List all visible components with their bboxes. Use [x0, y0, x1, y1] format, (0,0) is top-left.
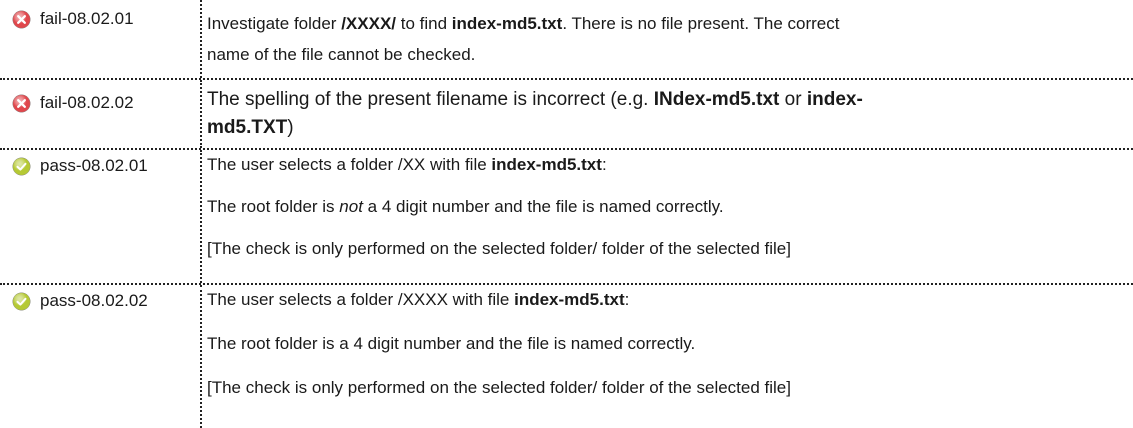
table-row: fail-08.02.01 Investigate folder /XXXX/ … — [0, 0, 1133, 80]
test-id-cell: fail-08.02.02 — [0, 80, 202, 148]
text-run: : — [624, 290, 630, 309]
text-run: The user selects a folder /XXXX with fil… — [207, 290, 515, 309]
table-row: pass-08.02.02 The user selects a folder … — [0, 285, 1133, 428]
description-paragraph: The user selects a folder /XX with file … — [207, 154, 1123, 176]
text-run: or — [779, 89, 807, 110]
test-case-table: fail-08.02.01 Investigate folder /XXXX/ … — [0, 0, 1133, 428]
bold-text: md5.TXT — [207, 117, 288, 138]
description-paragraph: The root folder is not a 4 digit number … — [207, 196, 1123, 218]
fail-x-circle-icon — [12, 94, 31, 113]
description-paragraph: The root folder is a 4 digit number and … — [207, 333, 1123, 355]
text-run: to find — [396, 14, 452, 33]
description-cell: The spelling of the present filename is … — [202, 80, 1133, 148]
test-id-cell: pass-08.02.01 — [0, 150, 202, 283]
description-paragraph: The user selects a folder /XXXX with fil… — [207, 289, 1123, 311]
text-run: . There is no file present. The correct — [562, 14, 840, 33]
text-run: name of the file cannot be checked. — [207, 45, 476, 64]
description-cell: The user selects a folder /XX with file … — [202, 150, 1133, 283]
fail-x-circle-icon — [12, 10, 31, 29]
bold-text: index- — [806, 89, 863, 110]
bold-text: /XXXX/ — [341, 14, 397, 33]
pass-check-circle-icon — [12, 157, 31, 176]
test-id: fail-08.02.01 — [40, 9, 134, 28]
description-paragraph: md5.TXT) — [207, 114, 1123, 142]
description-paragraph: name of the file cannot be checked. — [207, 39, 1123, 70]
description-paragraph: [The check is only performed on the sele… — [207, 238, 1123, 260]
text-run: The spelling of the present filename is … — [207, 89, 654, 110]
text-run: The user selects a folder /XX with file — [207, 155, 492, 174]
text-run: Investigate folder — [207, 14, 342, 33]
text-run: The root folder is a 4 digit number and … — [207, 334, 696, 353]
italic-text: not — [339, 197, 363, 216]
test-id: pass-08.02.02 — [40, 291, 148, 310]
bold-text: index-md5.txt — [491, 155, 602, 174]
test-id-cell: fail-08.02.01 — [0, 0, 202, 78]
description-paragraph: Investigate folder /XXXX/ to find index-… — [207, 8, 1123, 39]
bold-text: INdex-md5.txt — [653, 89, 780, 110]
bold-text: index-md5.txt — [514, 290, 625, 309]
description-paragraph: [The check is only performed on the sele… — [207, 377, 1123, 399]
pass-check-circle-icon — [12, 292, 31, 311]
description-cell: The user selects a folder /XXXX with fil… — [202, 285, 1133, 428]
test-id: pass-08.02.01 — [40, 156, 148, 175]
text-run: : — [601, 155, 607, 174]
description-cell: Investigate folder /XXXX/ to find index-… — [202, 0, 1133, 78]
test-id: fail-08.02.02 — [40, 93, 134, 112]
description-paragraph: The spelling of the present filename is … — [207, 86, 1123, 114]
text-run: a 4 digit number and the file is named c… — [362, 197, 724, 216]
text-run: The root folder is — [207, 197, 340, 216]
table-row: fail-08.02.02 The spelling of the presen… — [0, 80, 1133, 150]
bold-text: index-md5.txt — [451, 14, 563, 33]
text-run: [The check is only performed on the sele… — [207, 239, 791, 258]
table-row: pass-08.02.01 The user selects a folder … — [0, 150, 1133, 285]
text-run: [The check is only performed on the sele… — [207, 378, 791, 397]
text-run: ) — [287, 117, 294, 138]
test-id-cell: pass-08.02.02 — [0, 285, 202, 428]
